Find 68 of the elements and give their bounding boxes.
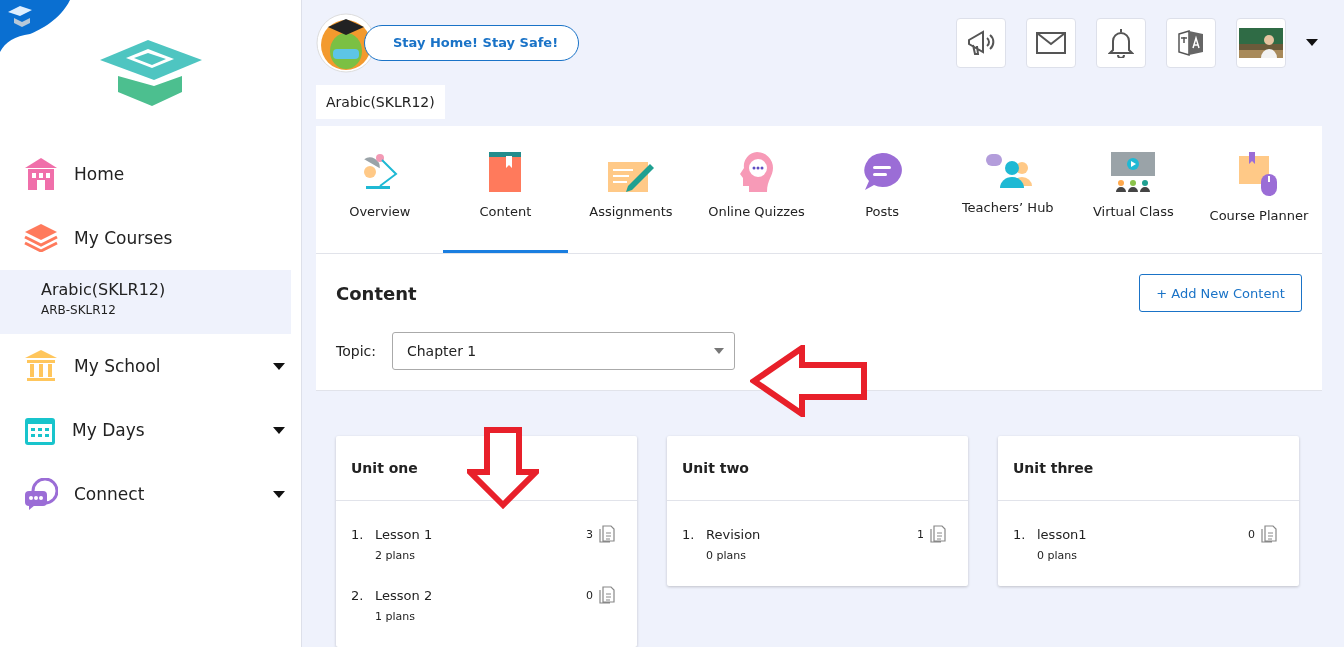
tab[interactable]: Content <box>442 126 569 253</box>
caret-icon <box>713 348 724 354</box>
chat-icon <box>24 478 58 510</box>
building-icon <box>24 350 58 382</box>
lesson-title[interactable]: Lesson 2 <box>375 587 586 603</box>
toolbar-button[interactable] <box>1095 17 1146 68</box>
lesson-number: 1. <box>682 526 696 542</box>
people-chat-icon <box>983 152 1032 188</box>
banner-button[interactable]: Stay Home! Stay Safe! <box>364 24 580 61</box>
tab[interactable]: Assignments <box>568 126 694 253</box>
unit-title: Unit one <box>351 460 418 476</box>
nav-item[interactable]: My Days <box>0 398 301 462</box>
caret-icon <box>273 490 285 498</box>
tab[interactable]: Virtual Class <box>1070 126 1197 253</box>
nav-item[interactable]: My Courses <box>0 206 301 270</box>
nav-item[interactable]: Home <box>0 142 301 206</box>
course-item[interactable]: Arabic(SKLR12) ARB-SKLR12 <box>0 270 291 334</box>
screen-audience-icon <box>1109 152 1158 192</box>
book-icon <box>488 152 523 192</box>
profile-button[interactable] <box>1235 17 1286 68</box>
plan-count: 0 <box>1248 527 1255 541</box>
books-icon <box>24 224 58 252</box>
plans-text: 1 plans <box>375 610 416 623</box>
topic-label: Topic: <box>336 343 376 359</box>
head-bubble-icon <box>738 152 775 192</box>
lesson-number: 1. <box>1013 526 1027 542</box>
nav-item[interactable]: Connect <box>0 462 301 526</box>
caret-icon <box>273 426 285 434</box>
unit-title: Unit three <box>1013 460 1094 476</box>
envelope-icon <box>1035 31 1066 54</box>
tab[interactable]: Online Quizzes <box>693 126 820 253</box>
caret-icon <box>1305 39 1318 46</box>
course-tag: Arabic(SKLR12) <box>316 85 445 119</box>
plans-text: 0 plans <box>706 549 747 562</box>
plans-text: 0 plans <box>1037 549 1078 562</box>
lesson-title[interactable]: Revision <box>706 526 917 542</box>
section-title: Content <box>336 282 417 304</box>
tab[interactable]: Overview <box>317 126 443 253</box>
lesson-number: 2. <box>351 587 365 603</box>
lesson-title[interactable]: lesson1 <box>1037 526 1248 542</box>
bell-icon <box>1107 27 1134 58</box>
caret-icon <box>273 362 285 370</box>
document-icon[interactable] <box>599 525 615 543</box>
school-icon <box>24 158 58 190</box>
toolbar-button[interactable] <box>955 17 1006 68</box>
lesson-number: 1. <box>351 526 365 542</box>
toolbar-button[interactable] <box>1165 17 1216 68</box>
plans-text: 2 plans <box>375 549 416 562</box>
topic-select[interactable]: Chapter 1 <box>391 332 735 370</box>
tab[interactable]: Posts <box>819 126 945 253</box>
translate-icon <box>1176 27 1205 58</box>
plan-count: 0 <box>586 588 593 602</box>
document-icon[interactable] <box>930 525 946 543</box>
course-title: Arabic(SKLR12) <box>41 280 167 299</box>
nav-item[interactable]: My School <box>0 334 301 398</box>
toolbar-button[interactable] <box>1025 17 1076 68</box>
course-code: ARB-SKLR12 <box>41 303 117 317</box>
speech-bubble-icon <box>862 152 903 192</box>
unit-title: Unit two <box>682 460 749 476</box>
corner-logo-icon <box>0 0 70 52</box>
document-icon[interactable] <box>1261 525 1277 543</box>
tab[interactable]: Teachers’ Hub <box>944 126 1071 253</box>
lesson-title[interactable]: Lesson 1 <box>375 526 586 542</box>
plan-count: 1 <box>917 527 924 541</box>
tab[interactable]: Course Planner <box>1196 126 1322 253</box>
plan-count: 3 <box>586 527 593 541</box>
add-content-button[interactable]: + Add New Content <box>1139 274 1302 312</box>
document-icon[interactable] <box>599 586 615 604</box>
